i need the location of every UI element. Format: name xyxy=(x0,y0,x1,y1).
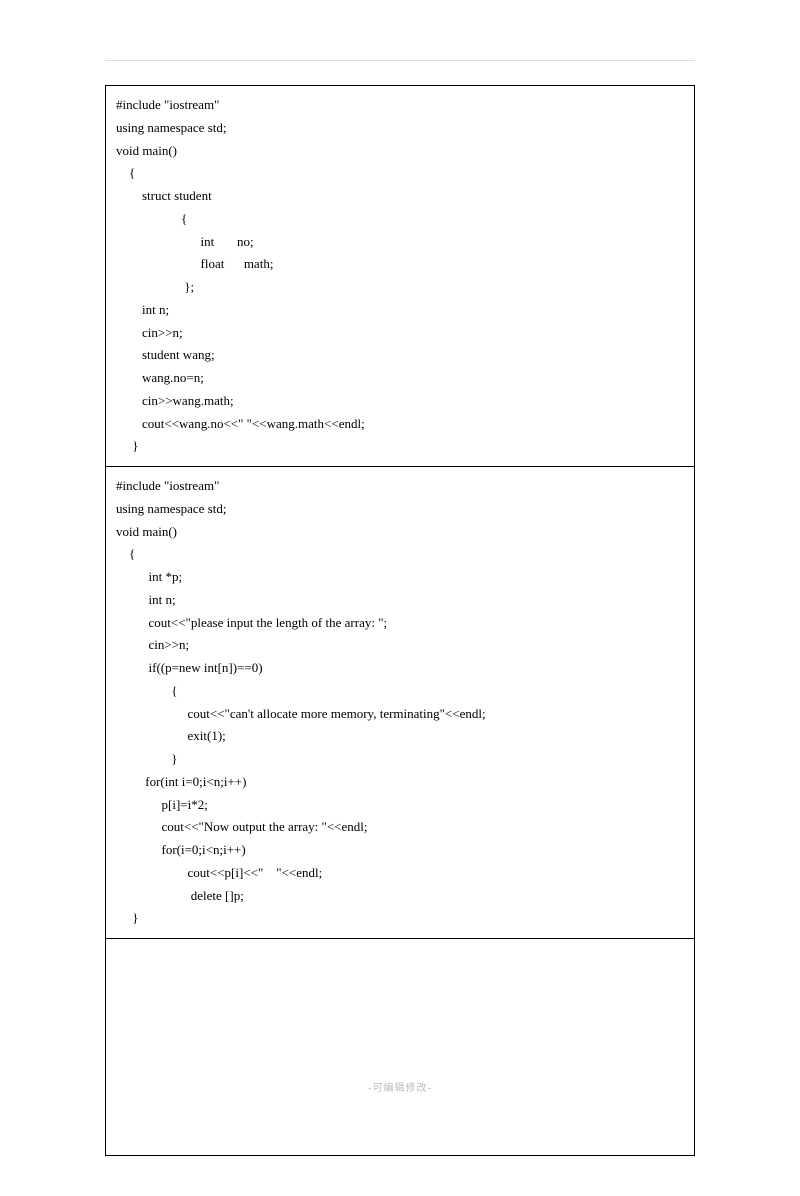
document-page: #include "iostream"using namespace std;v… xyxy=(0,0,800,1196)
code-line: cout<<wang.no<<" "<<wang.math<<endl; xyxy=(116,413,684,436)
code-line: using namespace std; xyxy=(116,117,684,140)
code-line: cout<<"can't allocate more memory, termi… xyxy=(116,703,684,726)
code-line: int no; xyxy=(116,231,684,254)
code-line: }; xyxy=(116,276,684,299)
code-line: int *p; xyxy=(116,566,684,589)
table-row: #include "iostream"using namespace std;v… xyxy=(106,467,695,939)
code-line: { xyxy=(116,680,684,703)
code-line: cout<<"Now output the array: "<<endl; xyxy=(116,816,684,839)
code-line: cout<<p[i]<<" "<<endl; xyxy=(116,862,684,885)
code-table: #include "iostream"using namespace std;v… xyxy=(105,85,695,1156)
code-line: for(int i=0;i<n;i++) xyxy=(116,771,684,794)
code-line: void main() xyxy=(116,140,684,163)
code-line: student wang; xyxy=(116,344,684,367)
code-line: void main() xyxy=(116,521,684,544)
code-line: { xyxy=(116,162,684,185)
header-divider xyxy=(105,60,695,61)
code-line: cout<<"please input the length of the ar… xyxy=(116,612,684,635)
code-line: #include "iostream" xyxy=(116,475,684,498)
code-line: #include "iostream" xyxy=(116,94,684,117)
code-cell-2: #include "iostream"using namespace std;v… xyxy=(106,467,695,939)
code-line: using namespace std; xyxy=(116,498,684,521)
code-line: exit(1); xyxy=(116,725,684,748)
code-line: int n; xyxy=(116,299,684,322)
code-line: for(i=0;i<n;i++) xyxy=(116,839,684,862)
code-line: } xyxy=(116,435,684,458)
code-line: cin>>wang.math; xyxy=(116,390,684,413)
code-cell-3 xyxy=(106,939,695,1156)
code-line: float math; xyxy=(116,253,684,276)
code-line: cin>>n; xyxy=(116,322,684,345)
code-line: int n; xyxy=(116,589,684,612)
code-line: wang.no=n; xyxy=(116,367,684,390)
code-line: } xyxy=(116,907,684,930)
code-line: { xyxy=(116,208,684,231)
table-row xyxy=(106,939,695,1156)
code-cell-1: #include "iostream"using namespace std;v… xyxy=(106,86,695,467)
table-row: #include "iostream"using namespace std;v… xyxy=(106,86,695,467)
code-line: cin>>n; xyxy=(116,634,684,657)
footer-text: -可编辑修改- xyxy=(0,1079,800,1094)
code-line: struct student xyxy=(116,185,684,208)
code-line: delete []p; xyxy=(116,885,684,908)
code-line: if((p=new int[n])==0) xyxy=(116,657,684,680)
code-line: } xyxy=(116,748,684,771)
code-line: { xyxy=(116,543,684,566)
code-line: p[i]=i*2; xyxy=(116,794,684,817)
